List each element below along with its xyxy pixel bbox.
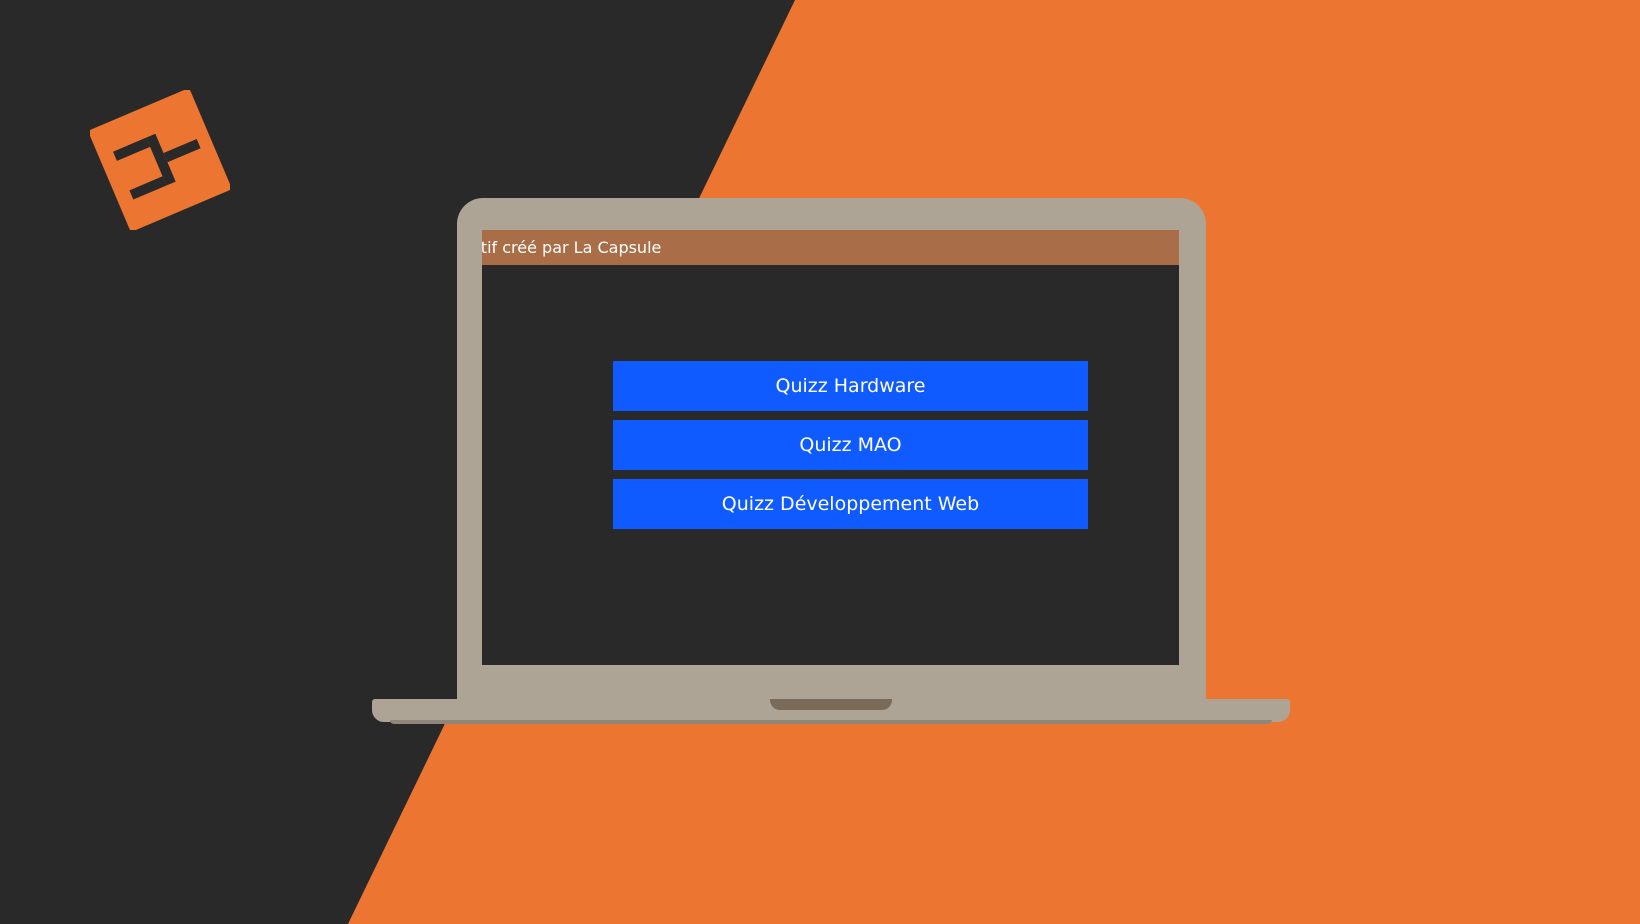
banner-scrolling-text: ctif créé par La Capsule bbox=[482, 238, 662, 257]
laptop-base-edge bbox=[390, 720, 1272, 724]
quiz-web-development-button[interactable]: Quizz Développement Web bbox=[613, 479, 1088, 529]
brand-logo-icon bbox=[90, 90, 230, 230]
quiz-mao-button[interactable]: Quizz MAO bbox=[613, 420, 1088, 470]
quiz-hardware-button[interactable]: Quizz Hardware bbox=[613, 361, 1088, 411]
laptop-screen: ctif créé par La Capsule Quizz Hardware … bbox=[482, 230, 1179, 665]
laptop-hinge-notch bbox=[770, 699, 892, 710]
quiz-button-list: Quizz Hardware Quizz MAO Quizz Développe… bbox=[613, 361, 1088, 538]
screen-top-banner: ctif créé par La Capsule bbox=[482, 230, 1179, 265]
